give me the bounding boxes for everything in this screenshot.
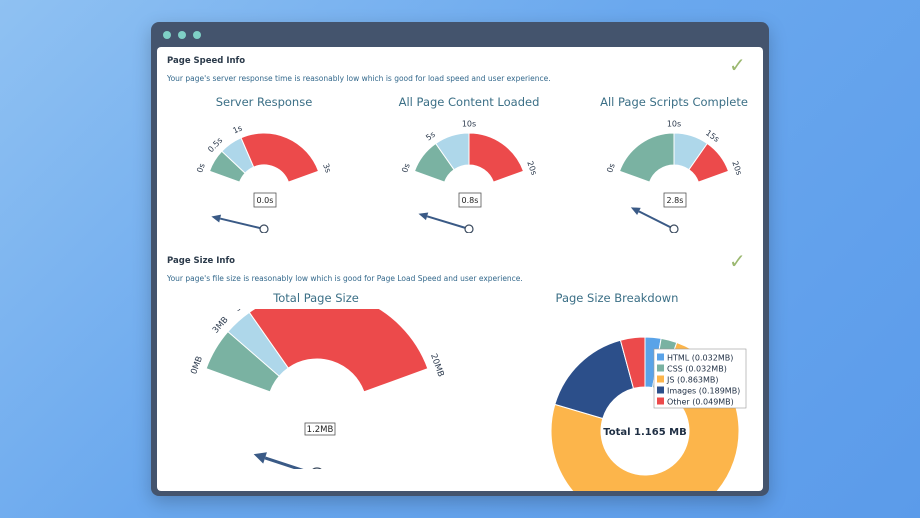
legend-label: HTML (0.032MB) xyxy=(667,354,733,363)
gauge-needle-head xyxy=(253,452,267,464)
gauge-needle-head xyxy=(418,212,429,221)
gauge-band-good xyxy=(618,132,675,183)
gauge-tick-label: 0s xyxy=(400,162,412,174)
gauge-tick-label: 3s xyxy=(321,162,333,174)
page-speed-check-icon: ✓ xyxy=(729,53,746,77)
legend-label: Images (0.189MB) xyxy=(667,387,740,396)
report-content: Page Speed Info Your page's server respo… xyxy=(157,47,763,491)
server-response-title: Server Response xyxy=(215,95,313,109)
legend-swatch xyxy=(657,397,664,405)
window-dot-maximize[interactable] xyxy=(193,31,201,39)
size-breakdown-donut: Total 1.165 MB HTML (0.032MB) CSS (0.032MB… xyxy=(550,336,747,491)
server-response-gauge: 0s0.5s1s3s0.0s xyxy=(195,124,333,233)
gauge-band-bad xyxy=(240,132,320,183)
app-window: Page Speed Info Your page's server respo… xyxy=(151,22,769,496)
donut-slice-images xyxy=(554,339,635,420)
gauge-needle-pivot xyxy=(259,224,269,233)
gauge-needle-pivot xyxy=(312,467,322,469)
gauge-tick-label: 10s xyxy=(667,120,681,129)
legend-swatch xyxy=(657,353,664,361)
gauge-tick-label: 10s xyxy=(462,120,476,129)
page-speed-description: Your page's server response time is reas… xyxy=(167,74,551,83)
scripts-complete-gauge: 0s 10s 15s 20s 2.8s xyxy=(605,120,744,233)
gauge-needle xyxy=(426,215,470,230)
gauge-tick-label: 0MB xyxy=(189,355,205,376)
total-page-size-gauge: 0MB3MB5MB20MB1.2MB xyxy=(189,309,446,469)
page-size-description: Your page's file size is reasonably low … xyxy=(167,274,523,283)
gauge-needle xyxy=(219,217,265,230)
legend-swatch xyxy=(657,364,664,372)
legend-swatch xyxy=(657,386,664,394)
gauge-tick-label: 15s xyxy=(704,128,721,144)
gauge-tick-label: 0s xyxy=(195,162,207,174)
gauge-needle xyxy=(638,210,675,230)
gauge-band-bad xyxy=(468,132,525,183)
gauge-needle-head xyxy=(211,214,222,223)
content-loaded-title: All Page Content Loaded xyxy=(398,95,540,109)
legend-label: Other (0.049MB) xyxy=(667,398,734,407)
legend-swatch xyxy=(657,375,664,383)
legend-label: JS (0.863MB) xyxy=(666,376,719,385)
gauge-tick-label: 20s xyxy=(525,160,538,177)
gauge-value-label: 2.8s xyxy=(667,196,684,205)
legend-label: CSS (0.032MB) xyxy=(667,365,727,374)
gauge-needle-pivot xyxy=(669,224,679,233)
window-dot-minimize[interactable] xyxy=(178,31,186,39)
size-breakdown-title: Page Size Breakdown xyxy=(555,291,679,305)
gauge-value-label: 1.2MB xyxy=(307,425,334,435)
scripts-complete-title: All Page Scripts Complete xyxy=(600,95,748,109)
window-controls xyxy=(163,31,201,39)
content-loaded-gauge: 0s 5s 10s 20s 0.8s xyxy=(400,120,539,233)
gauge-tick-label: 20s xyxy=(730,160,743,177)
gauge-tick-label: 1s xyxy=(231,124,243,136)
gauge-needle xyxy=(264,456,304,469)
gauge-tick-label: 20MB xyxy=(428,352,446,378)
gauge-value-label: 0.8s xyxy=(462,196,479,205)
donut-center-label: Total 1.165 MB xyxy=(603,427,687,438)
page-size-title: Page Size Info xyxy=(167,256,236,266)
total-page-size-title: Total Page Size xyxy=(273,291,359,305)
gauge-tick-label: 5s xyxy=(424,130,437,143)
gauge-tick-label: 0s xyxy=(605,162,617,174)
page-speed-title: Page Speed Info xyxy=(167,56,246,66)
gauge-needle-pivot xyxy=(464,224,474,233)
page-size-check-icon: ✓ xyxy=(729,249,746,273)
gauge-value-label: 0.0s xyxy=(257,196,274,205)
window-dot-close[interactable] xyxy=(163,31,171,39)
